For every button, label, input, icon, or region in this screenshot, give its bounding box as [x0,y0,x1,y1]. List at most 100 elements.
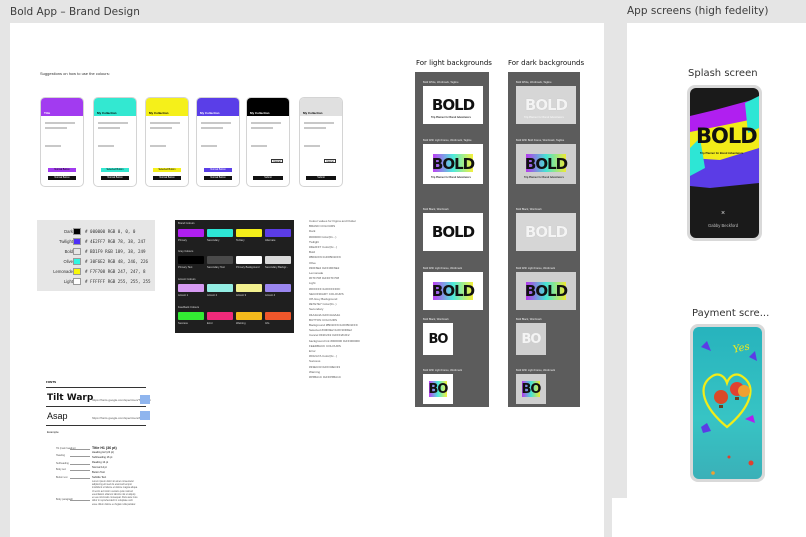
mockup-title: Title [44,111,51,115]
mockup-button[interactable]: Selected Button [101,168,129,172]
example-paragraph: Lorem ipsum dolor sit amet consectetur a… [92,480,138,506]
code-note-line: Background #BD1FF9 0xFFBD1FF9 [309,323,358,327]
spec-connector [70,455,90,456]
logo-card[interactable]: BO [516,323,546,355]
spec-connector [70,477,90,478]
divider [46,406,146,407]
code-note-line: SECONDARY COLOURS [309,291,344,296]
mockup-phone: My Collection Cancel Submit [246,97,290,187]
mockup-button-secondary[interactable]: Normal Button [48,176,76,180]
color-swatch [178,284,204,292]
text-line [150,145,166,147]
swatch-label: Primary Text [178,266,193,269]
spec-connector [70,499,90,500]
swatch-label: Secondary Text [207,266,225,269]
mockup-button-secondary[interactable]: Normal Button [153,176,181,180]
color-swatch [265,312,291,320]
payment-phone-frame[interactable]: Yes [690,324,765,482]
mockup-button-secondary[interactable]: Submit [306,176,336,180]
color-swatch [207,256,233,264]
divider [46,425,146,426]
color-swatch [207,312,233,320]
logo-card[interactable]: BOLD Trip Planner for Bored Adventurers [423,86,483,124]
code-note-line: #E7E7E7 Color(0x..) [309,302,337,307]
logo-wordmark: BOLD [431,155,475,173]
board-title-app-screens[interactable]: App screens (high fedelity) [627,5,768,17]
color-swatch [265,229,291,237]
code-note-line: BUTTON COLOURS [309,317,337,322]
mockup-phone: My Collection Selected Button Normal Butto… [145,97,189,187]
logo-tagline: Trip Planner for Bored Adventurers [431,116,471,119]
spec-connector [70,463,90,464]
mockup-button-secondary[interactable]: Normal Button [204,176,232,180]
logo-caption: Bold With Light Frame, Wordmark [516,369,556,372]
color-swatch [73,238,81,245]
logo-caption: Bold With Light Frame, Wordmark, Tagline [423,139,472,142]
splash-screen: BOLD Trip Planner for Bored Adventurers … [690,88,759,238]
mockup-button[interactable]: Cancel [324,159,336,163]
swatch-label: Warning [236,322,246,325]
logo-caption: Bold White, Wordmark, Tagline [516,81,552,84]
color-values: # 4E2FF7 RGB 78, 38, 247 [85,239,146,244]
font-link[interactable]: https://fonts.google.com/specimen/Asap [92,416,145,420]
logo-wordmark: BOLD [431,282,475,300]
swatch-label: Secondary [207,239,220,242]
color-swatch [73,228,81,235]
code-note-line: #BD1FF9 0xFFBD1FF9 [309,255,341,260]
mockup-button[interactable]: Normal Button [48,168,76,172]
palette-row: Bold # BD1F9 RGB 189, 38, 249 [37,247,155,256]
example-heading: Example [47,430,59,434]
code-note-line: #4E2FF7 Color(0x...) [309,245,338,249]
palette-table: Dark # 000000 RGB 0, 0, 0 Twilight # 4E2FF7… [37,220,155,291]
mockup-button-secondary[interactable]: Normal Button [101,176,129,180]
logo-card[interactable]: BO [516,374,546,404]
mockup-button[interactable]: Normal Button [204,168,232,172]
logo-card[interactable]: BOLD Trip Planner for Bored Adventurers [516,86,576,124]
text-line [45,145,61,147]
logo-card[interactable]: BOLD [423,213,483,251]
logo-card[interactable]: BO [423,374,453,404]
splash-author: Gabby Beckford [708,223,739,228]
color-values: # BD1F9 RGB 189, 38, 249 [85,249,146,254]
code-note-line: #30F6E2 0xFF30F6E2 [309,265,340,270]
mockup-header: Title [41,98,83,116]
swatch-section-label: Feedback Colours [178,306,200,309]
logo-caption: Bold Black, Wordmark [516,208,542,211]
swatch-grid: Brand Colours Grey Colours Accent Colour… [175,220,294,333]
logo-card[interactable]: BOLD [516,272,576,310]
close-icon[interactable]: × [721,210,725,217]
logo-card[interactable]: BO [423,323,453,355]
color-swatch [73,258,81,265]
mockup-button[interactable]: Cancel [271,159,283,163]
logo-tagline: Trip Planner for Bored Adventurers [524,176,564,179]
splash-tagline: Trip Planner for Bored Adventurers [700,152,744,155]
color-name: Dark [64,229,73,234]
app-screens-board-extension [612,498,806,537]
logo-card[interactable]: BOLD [516,213,576,251]
mockup-title: My Collection [303,111,323,115]
swatch-label: Error [207,322,213,325]
logo-card[interactable]: BOLD [423,272,483,310]
mockup-title: My Collection [97,111,117,115]
color-name: Light [63,279,73,284]
code-note-line: Bold [309,250,316,255]
logo-caption: Bold With Light Frame, Wordmark [516,267,556,270]
code-note-line: Olive [309,260,316,265]
logo-card[interactable]: BOLD Trip Planner for Bored Adventurers [423,144,483,184]
splash-phone-frame[interactable]: BOLD Trip Planner for Bored Adventurers … [687,85,762,241]
color-swatch [207,229,233,237]
font-sample-asap: Asap [47,411,68,421]
font-preview-thumbnail [140,411,150,420]
swatch-label: Accent 4 [265,294,276,297]
mockup-header: My Collection [197,98,239,116]
logo-card[interactable]: BOLD Trip Planner for Bored Adventurers [516,144,576,184]
fonts-heading: FONTS [46,380,57,384]
color-values: # FFFFFF RGB 255, 255, 255 [85,279,151,284]
mockup-button[interactable]: Selected Button [153,168,181,172]
mockup-button-secondary[interactable]: Submit [253,176,283,180]
board-title-brand-design[interactable]: Bold App – Brand Design [10,6,140,18]
mockup-phone: My Collection Cancel Submit [299,97,343,187]
spec-label: Body text [56,468,66,471]
swatch-label: Tertiary [236,239,245,242]
color-code-notes: Colour values for Figma and Flutter BRAND… [309,219,369,384]
